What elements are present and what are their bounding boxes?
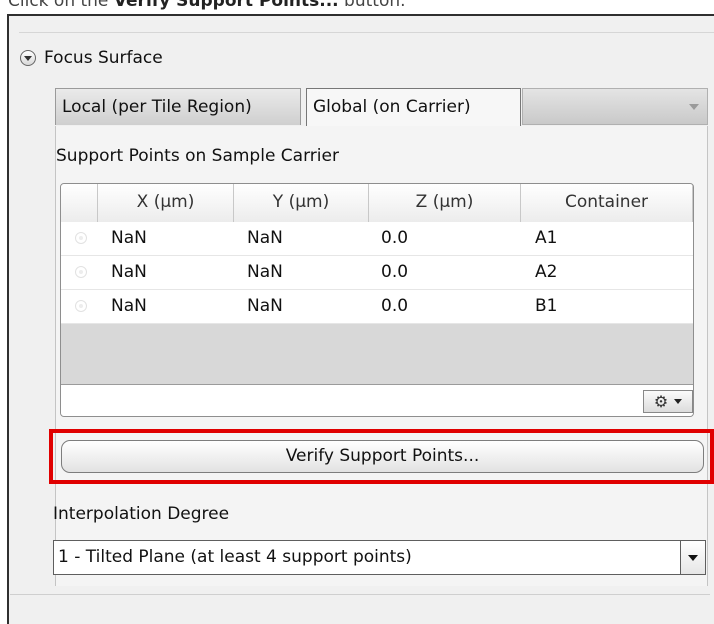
table-header: X (µm) Y (µm) Z (µm) Container [61, 184, 693, 223]
divider-line [19, 32, 714, 33]
interpolation-degree-select[interactable]: 1 - Tilted Plane (at least 4 support poi… [53, 540, 706, 575]
radio-icon[interactable] [75, 266, 87, 278]
cell-x: NaN [111, 296, 147, 316]
cell-x: NaN [111, 262, 147, 282]
cell-z: 0.0 [381, 228, 409, 248]
tab-global[interactable]: Global (on Carrier) [306, 88, 521, 126]
instruction-text: Click on the Verify Support Points... bu… [8, 0, 406, 11]
chevron-down-icon[interactable] [689, 104, 699, 110]
support-points-table: X (µm) Y (µm) Z (µm) Container NaN NaN 0… [60, 183, 694, 417]
caret-down-icon [674, 399, 683, 404]
cell-y: NaN [247, 296, 283, 316]
instruction-suffix: button. [338, 0, 406, 11]
table-row[interactable]: NaN NaN 0.0 B1 [61, 290, 693, 324]
header-x[interactable]: X (µm) [98, 184, 234, 222]
cell-x: NaN [111, 228, 147, 248]
divider-line [10, 594, 710, 595]
cell-y: NaN [247, 228, 283, 248]
tab-overflow-area [522, 88, 708, 125]
table-options-button[interactable]: ⚙ [643, 390, 693, 413]
radio-icon[interactable] [75, 300, 87, 312]
table-row[interactable]: NaN NaN 0.0 A1 [61, 222, 693, 256]
collapse-icon[interactable] [20, 50, 36, 66]
section-title: Focus Surface [44, 48, 163, 68]
cell-container: A2 [535, 262, 558, 282]
header-z[interactable]: Z (µm) [369, 184, 521, 222]
select-dropdown-button[interactable] [680, 541, 705, 574]
tab-strip: Local (per Tile Region) Global (on Carri… [55, 88, 708, 126]
cell-z: 0.0 [381, 296, 409, 316]
header-y[interactable]: Y (µm) [234, 184, 369, 222]
cell-y: NaN [247, 262, 283, 282]
table-row[interactable]: NaN NaN 0.0 A2 [61, 256, 693, 290]
instruction-button-name: Verify Support Points... [113, 0, 339, 11]
chevron-down-icon [688, 555, 698, 561]
header-select-column [61, 184, 98, 222]
table-footer: ⚙ [61, 384, 693, 416]
select-value: 1 - Tilted Plane (at least 4 support poi… [58, 547, 412, 567]
gear-icon: ⚙ [653, 391, 669, 411]
cell-container: B1 [535, 296, 558, 316]
cell-container: A1 [535, 228, 558, 248]
instruction-prefix: Click on the [8, 0, 114, 11]
header-container[interactable]: Container [521, 184, 693, 222]
cell-z: 0.0 [381, 262, 409, 282]
focus-surface-header[interactable]: Focus Surface [20, 48, 163, 68]
interpolation-degree-label: Interpolation Degree [53, 504, 230, 524]
radio-icon[interactable] [75, 232, 87, 244]
support-points-label: Support Points on Sample Carrier [56, 146, 339, 166]
tab-local[interactable]: Local (per Tile Region) [55, 88, 301, 125]
verify-support-points-button[interactable]: Verify Support Points... [61, 440, 704, 473]
